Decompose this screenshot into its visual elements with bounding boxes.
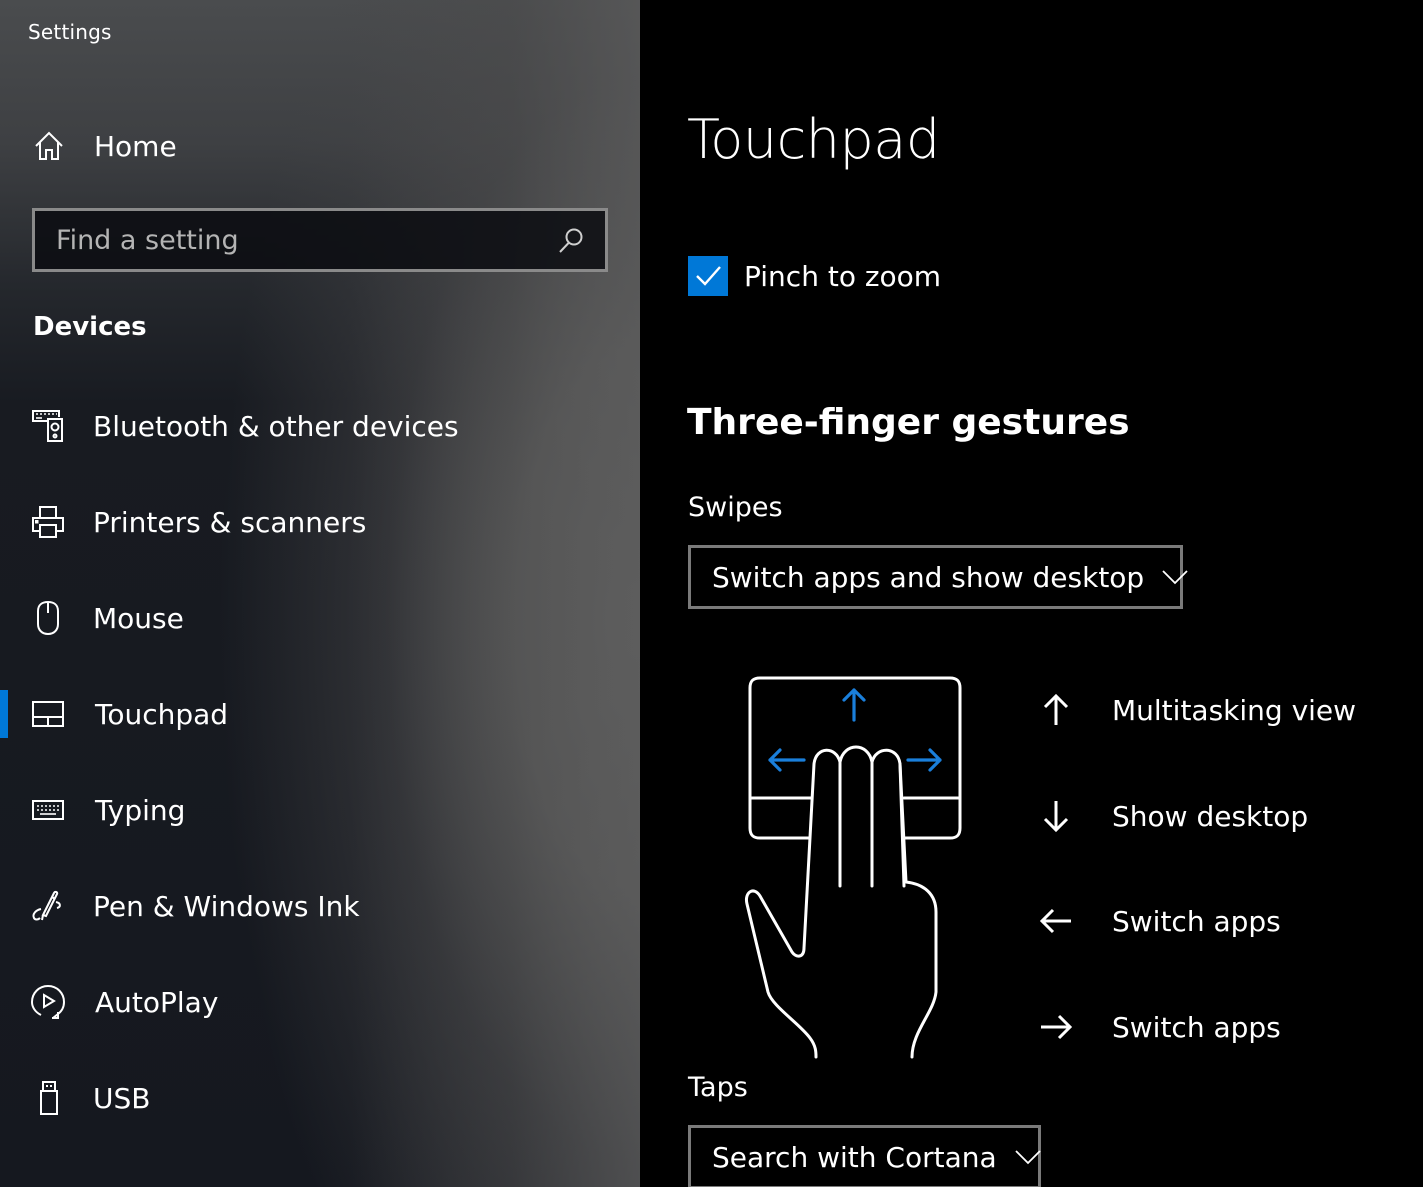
sidebar-item-label: Bluetooth & other devices xyxy=(93,409,459,443)
selection-indicator xyxy=(0,690,8,738)
keyboard-icon xyxy=(30,792,66,828)
chevron-down-icon xyxy=(1015,1144,1041,1170)
gesture-right: Switch apps xyxy=(1032,997,1281,1057)
arrow-down-icon xyxy=(1032,796,1080,836)
sidebar-item-label: USB xyxy=(93,1081,151,1115)
printer-icon xyxy=(30,504,66,540)
arrow-right-icon xyxy=(1032,1007,1080,1047)
pinch-to-zoom-checkbox[interactable]: Pinch to zoom xyxy=(688,256,941,296)
home-link[interactable]: Home xyxy=(32,122,592,170)
swipes-label: Swipes xyxy=(688,492,783,523)
three-finger-swipe-illustration xyxy=(744,672,974,1064)
touchpad-icon xyxy=(30,696,66,732)
up-arrow xyxy=(842,688,866,722)
gesture-action: Multitasking view xyxy=(1112,693,1357,727)
sidebar-item-usb[interactable]: USB xyxy=(0,1050,640,1146)
content-pane: Touchpad Pinch to zoom Three-finger gest… xyxy=(640,0,1423,1187)
section-title: Devices xyxy=(33,312,147,342)
search-box[interactable] xyxy=(32,208,608,272)
sidebar-nav: Bluetooth & other devices Printers & sca… xyxy=(0,378,640,1146)
gesture-action: Show desktop xyxy=(1112,799,1309,833)
arrow-up-icon xyxy=(1032,690,1080,730)
sidebar-item-printers[interactable]: Printers & scanners xyxy=(0,474,640,570)
gesture-action: Switch apps xyxy=(1112,904,1281,938)
checkmark-icon xyxy=(696,266,721,286)
checkbox-checked[interactable] xyxy=(688,256,728,296)
sidebar-item-label: Printers & scanners xyxy=(93,505,367,539)
sidebar-item-label: Mouse xyxy=(93,601,184,635)
right-arrow xyxy=(906,748,942,772)
usb-icon xyxy=(30,1080,66,1116)
sidebar-item-typing[interactable]: Typing xyxy=(0,762,640,858)
taps-selected-value: Search with Cortana xyxy=(712,1140,997,1174)
gesture-left: Switch apps xyxy=(1032,891,1281,951)
sidebar-item-label: AutoPlay xyxy=(95,985,219,1019)
hand-outline xyxy=(744,745,938,1059)
sidebar-item-pen[interactable]: Pen & Windows Ink xyxy=(0,858,640,954)
sidebar-item-mouse[interactable]: Mouse xyxy=(0,570,640,666)
chevron-down-icon xyxy=(1162,564,1188,590)
sidebar-item-label: Touchpad xyxy=(95,697,229,731)
taps-label: Taps xyxy=(688,1072,748,1103)
sidebar: Settings Home Devices xyxy=(0,0,640,1187)
home-label: Home xyxy=(94,129,177,163)
sidebar-item-autoplay[interactable]: AutoPlay xyxy=(0,954,640,1050)
sidebar-item-touchpad[interactable]: Touchpad xyxy=(0,666,640,762)
mouse-icon xyxy=(30,600,66,636)
sidebar-item-bluetooth[interactable]: Bluetooth & other devices xyxy=(0,378,640,474)
page-title: Touchpad xyxy=(687,108,940,171)
pen-icon xyxy=(30,888,66,924)
autoplay-icon xyxy=(30,984,66,1020)
gesture-down: Show desktop xyxy=(1032,786,1308,846)
arrow-left-icon xyxy=(1032,901,1080,941)
app-title: Settings xyxy=(28,20,112,44)
sidebar-item-label: Pen & Windows Ink xyxy=(93,889,360,923)
search-input[interactable] xyxy=(35,211,551,269)
search-icon[interactable] xyxy=(551,220,591,260)
swipes-selected-value: Switch apps and show desktop xyxy=(712,560,1145,594)
bluetooth-devices-icon xyxy=(30,408,66,444)
pinch-to-zoom-label: Pinch to zoom xyxy=(744,259,942,293)
sidebar-item-label: Typing xyxy=(95,793,186,827)
gesture-action: Switch apps xyxy=(1112,1010,1281,1044)
home-icon xyxy=(32,129,66,163)
three-finger-heading: Three-finger gestures xyxy=(687,402,1130,443)
gesture-up: Multitasking view xyxy=(1032,680,1356,740)
taps-dropdown[interactable]: Search with Cortana xyxy=(688,1125,1041,1187)
left-arrow xyxy=(768,748,806,772)
swipes-dropdown[interactable]: Switch apps and show desktop xyxy=(688,545,1188,609)
